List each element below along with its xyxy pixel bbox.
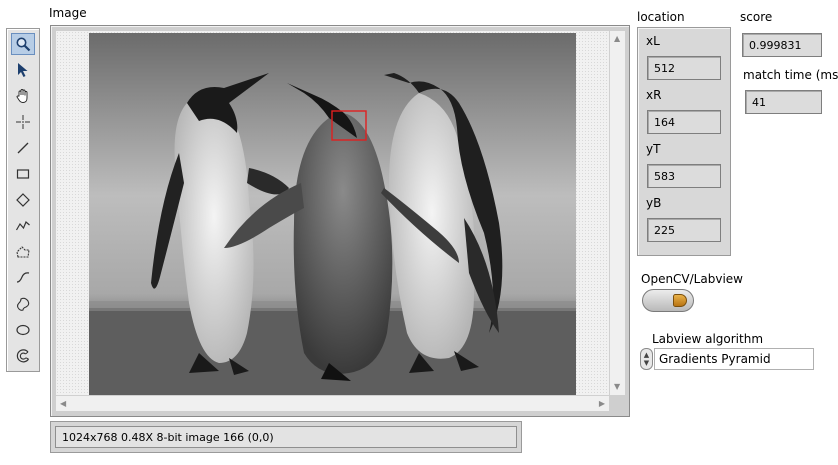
yb-indicator: 225 (647, 218, 721, 242)
yt-label: yT (646, 142, 661, 156)
xl-label: xL (646, 34, 660, 48)
image-status-bar: 1024x768 0.48X 8-bit image 166 (0,0) (50, 421, 522, 453)
annulus-tool[interactable] (11, 345, 35, 367)
xr-label: xR (646, 88, 662, 102)
scroll-left-icon[interactable]: ◀ (60, 399, 66, 409)
xr-indicator: 164 (647, 110, 721, 134)
scroll-down-icon[interactable]: ▼ (614, 382, 620, 392)
toggle-led (673, 294, 687, 307)
algorithm-increment-decrement[interactable]: ▲ ▼ (640, 348, 653, 370)
rectangle-icon (16, 169, 30, 179)
line-tool[interactable] (11, 137, 35, 159)
rotated-rectangle-icon (16, 193, 30, 207)
point-tool[interactable] (11, 111, 35, 133)
pan-hand-icon (16, 89, 28, 103)
freehand-line-tool[interactable] (11, 267, 35, 289)
select-arrow-icon (18, 63, 28, 77)
down-arrow-icon[interactable]: ▼ (644, 359, 649, 367)
toggle-label: OpenCV/Labview (641, 272, 743, 286)
polyline-icon (15, 221, 30, 231)
yt-indicator: 583 (647, 164, 721, 188)
polyline-tool[interactable] (11, 215, 35, 237)
yb-label: yB (646, 196, 662, 210)
rotated-rectangle-tool[interactable] (11, 189, 35, 211)
scroll-right-icon[interactable]: ▶ (599, 399, 605, 409)
zoom-icon (16, 37, 31, 52)
scroll-up-icon[interactable]: ▲ (614, 34, 620, 44)
selection-tool[interactable] (11, 59, 35, 81)
horizontal-scrollbar[interactable]: ◀ ▶ (56, 395, 609, 411)
rectangle-tool[interactable] (11, 163, 35, 185)
line-icon (17, 142, 29, 154)
xl-indicator: 512 (647, 56, 721, 80)
algorithm-ring[interactable]: Gradients Pyramid (654, 348, 814, 370)
location-cluster: xL 512 xR 164 yT 583 yB 225 (637, 27, 731, 256)
oval-tool[interactable] (11, 319, 35, 341)
annulus-icon (16, 349, 30, 363)
score-indicator: 0.999831 (742, 33, 822, 57)
score-label: score (740, 10, 773, 24)
freehand-line-icon (16, 272, 30, 283)
image-display: ▲ ▼ ◀ ▶ (50, 25, 630, 417)
vertical-scrollbar[interactable]: ▲ ▼ (609, 31, 625, 395)
polygon-icon (16, 246, 30, 258)
polygon-tool[interactable] (11, 241, 35, 263)
pan-tool[interactable] (11, 85, 35, 107)
tools-palette (6, 28, 40, 372)
point-crosshair-icon (16, 115, 30, 129)
opencv-labview-toggle[interactable] (642, 289, 694, 312)
up-arrow-icon[interactable]: ▲ (644, 351, 649, 359)
match-time-label: match time (ms) (743, 68, 838, 82)
penguins-photo[interactable] (89, 33, 576, 395)
zoom-tool[interactable] (11, 33, 35, 55)
image-display-label: Image (49, 6, 87, 20)
freehand-region-icon (16, 297, 30, 311)
location-label: location (637, 10, 685, 24)
oval-icon (16, 324, 30, 336)
image-status-text: 1024x768 0.48X 8-bit image 166 (0,0) (55, 426, 517, 448)
match-time-indicator: 41 (745, 90, 822, 114)
algorithm-label: Labview algorithm (652, 332, 764, 346)
freehand-region-tool[interactable] (11, 293, 35, 315)
image-canvas[interactable] (56, 31, 609, 395)
